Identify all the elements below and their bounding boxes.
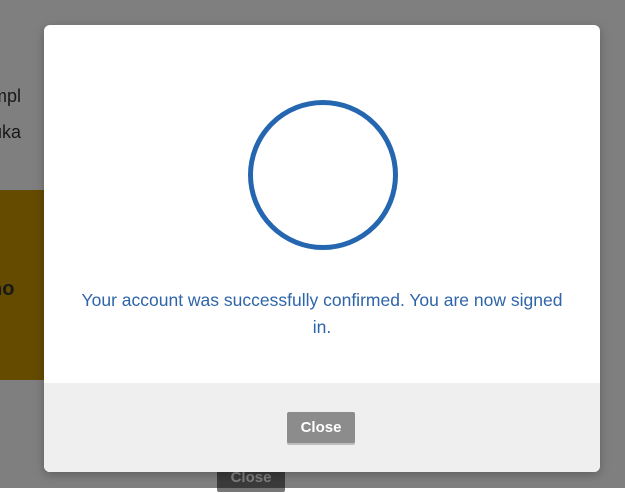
dialog-footer: Close xyxy=(44,383,600,472)
confirmation-dialog: Your account was successfully confirmed.… xyxy=(44,25,600,472)
confirmation-message: Your account was successfully confirmed.… xyxy=(81,290,563,337)
circle-outline-icon xyxy=(248,100,398,250)
dialog-body: Your account was successfully confirmed.… xyxy=(44,25,600,383)
close-button[interactable]: Close xyxy=(287,412,355,443)
